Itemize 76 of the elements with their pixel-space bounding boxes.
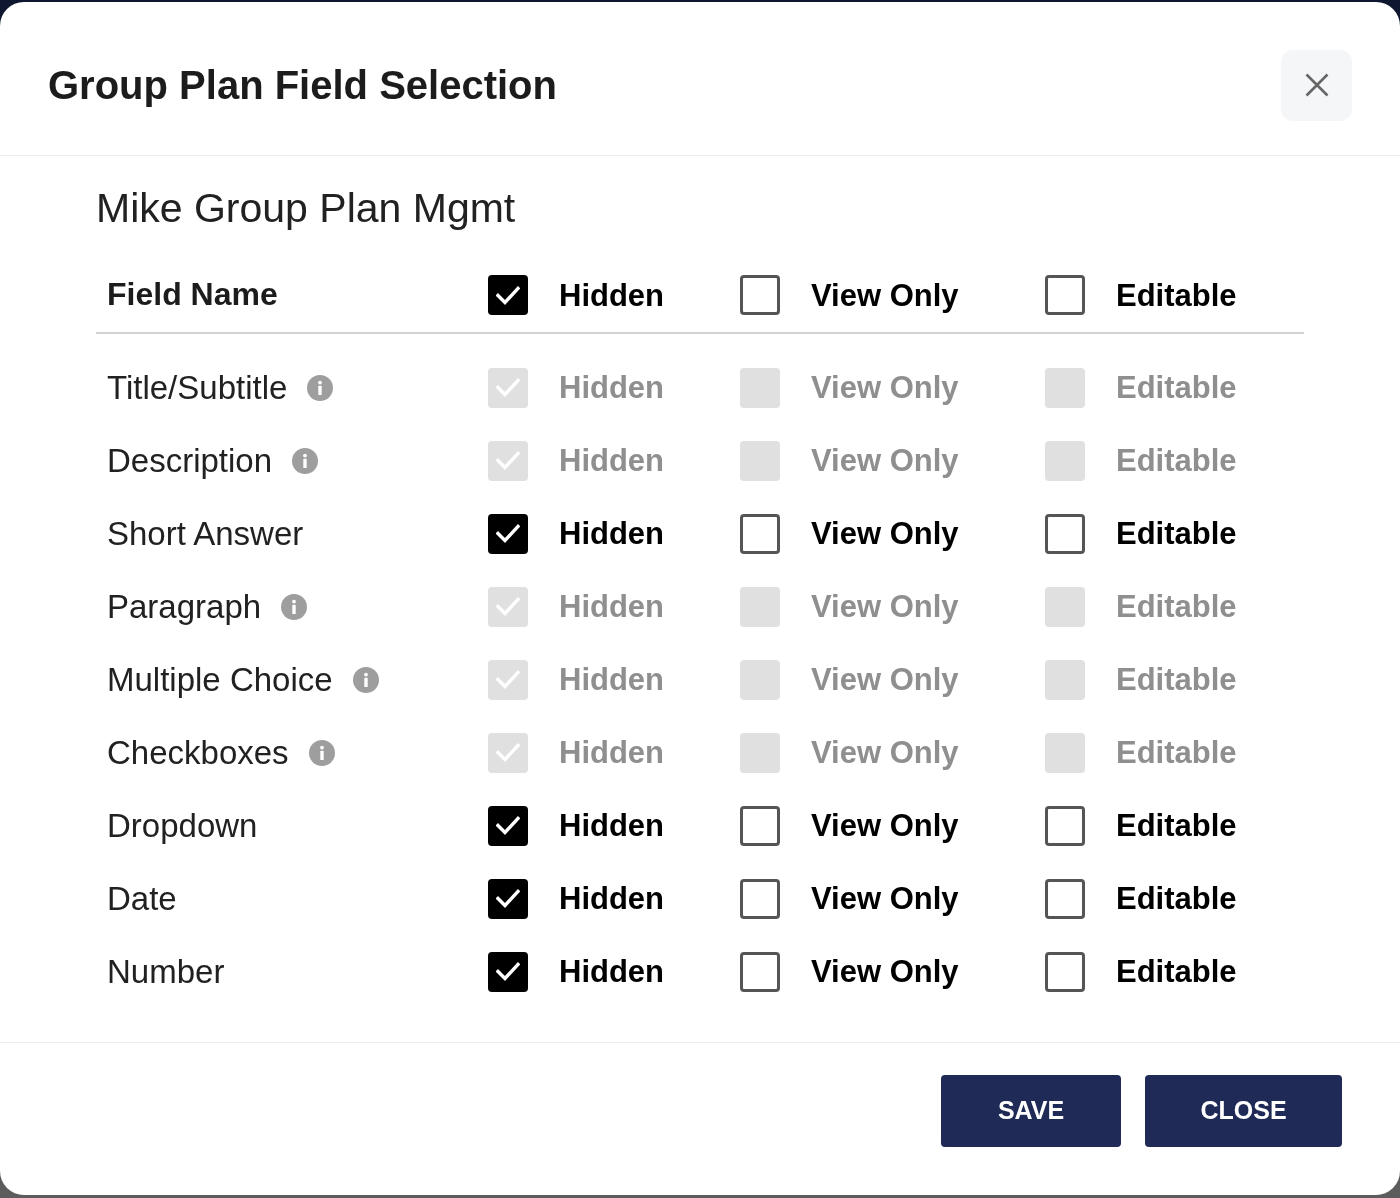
close-button[interactable]: CLOSE xyxy=(1145,1075,1342,1147)
check-icon xyxy=(496,524,520,543)
checkbox-label: View Only xyxy=(811,372,959,403)
checkbox-label: Hidden xyxy=(559,664,665,695)
check-icon xyxy=(496,451,520,470)
field-name: Paragraph xyxy=(107,590,262,623)
checkbox-label: View Only xyxy=(811,956,959,987)
checkbox-label: Editable xyxy=(1116,518,1237,549)
checkbox[interactable] xyxy=(740,275,780,315)
info-icon[interactable] xyxy=(352,666,379,693)
checkbox-label: View Only xyxy=(811,445,959,476)
field-name: Title/Subtitle xyxy=(107,371,288,404)
checkbox-label: Editable xyxy=(1116,372,1237,403)
info-icon[interactable] xyxy=(307,374,334,401)
section-title: Mike Group Plan Mgmt xyxy=(96,184,516,232)
checkbox[interactable] xyxy=(740,878,780,919)
checkbox[interactable] xyxy=(488,878,528,919)
field-name: Dropdown xyxy=(107,809,258,842)
checkbox-label: Editable xyxy=(1116,737,1237,768)
checkbox-label: View Only xyxy=(811,591,959,622)
field-name: Multiple Choice xyxy=(107,663,333,696)
check-icon xyxy=(496,285,520,305)
check-icon xyxy=(496,670,520,689)
checkbox-label: View Only xyxy=(811,810,959,841)
check-icon xyxy=(496,743,520,762)
info-icon[interactable] xyxy=(292,447,319,474)
checkbox[interactable] xyxy=(740,951,780,992)
checkbox-label: Hidden xyxy=(559,445,665,476)
checkbox[interactable] xyxy=(740,805,780,846)
checkbox-label: Editable xyxy=(1116,445,1237,476)
checkbox-label: Hidden xyxy=(559,372,665,403)
checkbox[interactable] xyxy=(488,275,528,315)
checkbox[interactable] xyxy=(1045,951,1085,992)
checkbox-label: View Only xyxy=(811,883,959,914)
check-icon xyxy=(496,597,520,616)
field-name: Description xyxy=(107,444,273,477)
checkbox-label: Editable xyxy=(1116,664,1237,695)
checkbox[interactable] xyxy=(1045,275,1085,315)
checkbox-label: Editable xyxy=(1116,279,1237,311)
close-button[interactable] xyxy=(1281,49,1352,121)
checkbox[interactable] xyxy=(1045,513,1085,554)
checkbox-label: View Only xyxy=(811,518,959,549)
checkbox[interactable] xyxy=(488,805,528,846)
checkbox-label: Hidden xyxy=(559,591,665,622)
checkbox-label: Editable xyxy=(1116,810,1237,841)
checkbox-label: Editable xyxy=(1116,591,1237,622)
close-icon xyxy=(1304,73,1329,97)
checkbox[interactable] xyxy=(740,513,780,554)
checkbox-label: Hidden xyxy=(559,883,665,914)
check-icon xyxy=(496,378,520,397)
checkbox-label: Hidden xyxy=(559,279,665,311)
checkbox-label: View Only xyxy=(811,279,959,311)
checkbox-label: Editable xyxy=(1116,883,1237,914)
field-name: Number xyxy=(107,955,225,988)
dialog-title: Group Plan Field Selection xyxy=(48,65,557,105)
column-header: Field Name xyxy=(107,276,278,312)
field-name: Short Answer xyxy=(107,517,304,550)
check-icon xyxy=(496,962,520,981)
checkbox[interactable] xyxy=(488,513,528,554)
info-icon[interactable] xyxy=(281,593,308,620)
check-icon xyxy=(496,889,520,908)
checkbox-label: View Only xyxy=(811,664,959,695)
save-button[interactable]: SAVE xyxy=(941,1075,1121,1147)
checkbox-label: Hidden xyxy=(559,518,665,549)
field-name: Checkboxes xyxy=(107,736,289,769)
checkbox[interactable] xyxy=(1045,805,1085,846)
checkbox[interactable] xyxy=(488,951,528,992)
checkbox-label: Editable xyxy=(1116,956,1237,987)
checkbox[interactable] xyxy=(1045,878,1085,919)
checkbox-label: Hidden xyxy=(559,810,665,841)
info-icon[interactable] xyxy=(308,739,335,766)
field-name: Date xyxy=(107,882,177,915)
checkbox-label: Hidden xyxy=(559,737,665,768)
checkbox-label: Hidden xyxy=(559,956,665,987)
checkbox-label: View Only xyxy=(811,737,959,768)
check-icon xyxy=(496,816,520,835)
